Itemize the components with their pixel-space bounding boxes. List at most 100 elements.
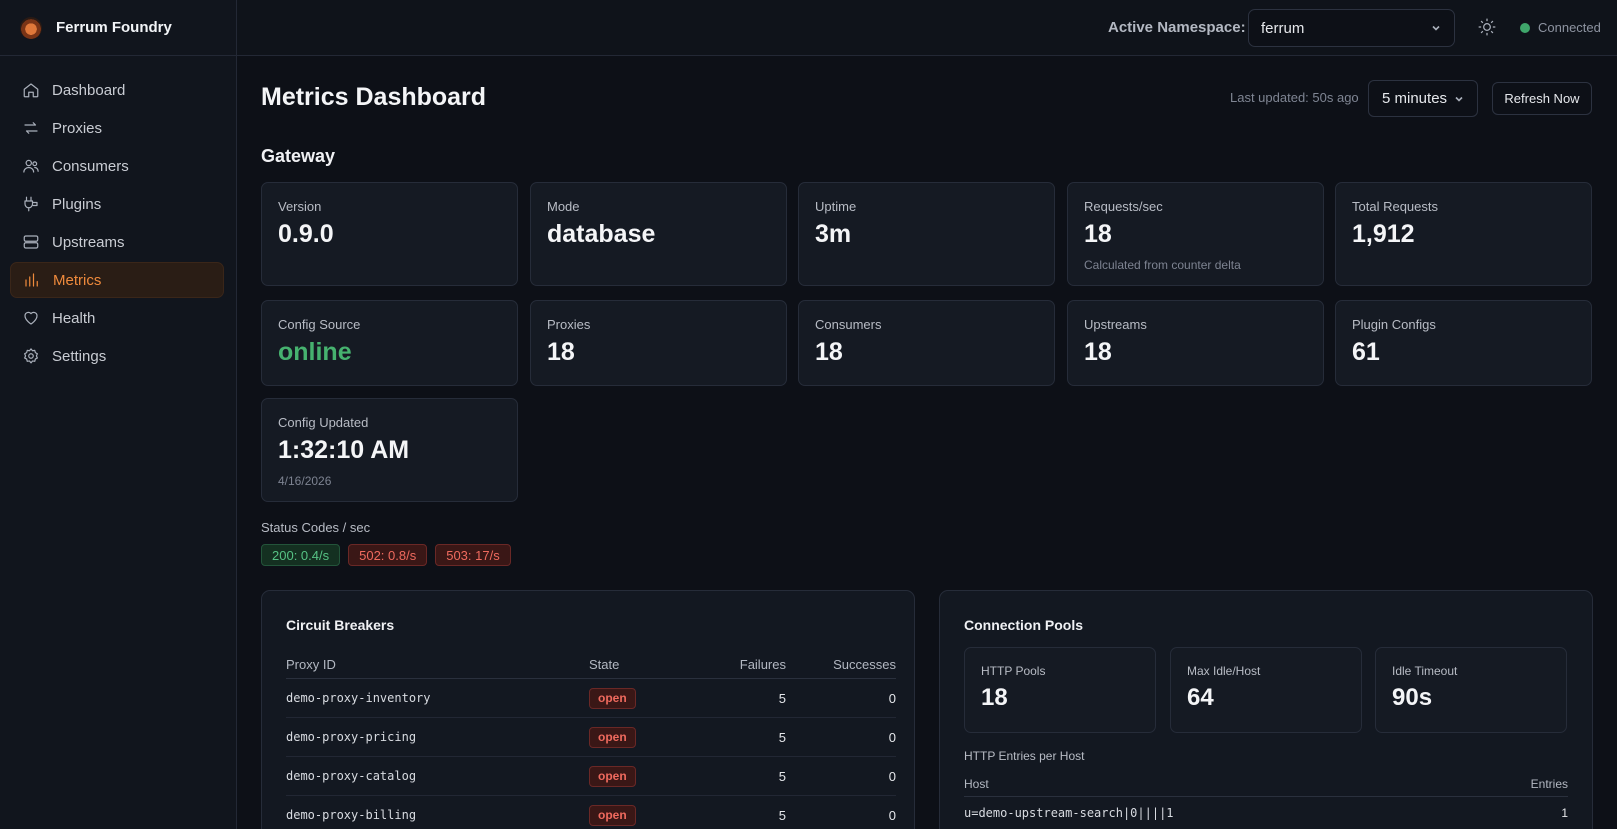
column-header: Failures [739,657,786,672]
status-codes-label: Status Codes / sec [261,520,371,535]
namespace-label: Active Namespace: [1108,19,1246,36]
metric-label: Version [278,199,322,214]
metric-value: 1,912 [1352,220,1415,248]
refresh-now-button[interactable]: Refresh Now [1492,82,1592,115]
metric-value: 0.9.0 [278,220,334,248]
table-row: demo-proxy-pricing open 5 0 [286,718,896,757]
entries-cell: 1 [1561,806,1568,820]
sidebar: Ferrum Foundry Dashboard Proxies Consume… [0,0,237,829]
metric-label: Mode [547,199,580,214]
sidebar-item-dashboard[interactable]: Dashboard [10,72,224,108]
panel-title: Connection Pools [964,617,1083,633]
sidebar-item-label: Plugins [52,195,102,213]
column-header: Host [964,777,989,791]
metric-label: Consumers [815,317,882,332]
table-header: Host Entries [964,777,1568,797]
metric-card-requests-per-sec: Requests/sec 18 Calculated from counter … [1067,182,1324,286]
main-content: Metrics Dashboard Last updated: 50s ago … [237,56,1617,829]
users-icon [23,159,39,173]
failures-cell: 5 [778,808,786,823]
pool-card-max-idle-host: Max Idle/Host 64 [1170,647,1362,733]
sidebar-item-settings[interactable]: Settings [10,338,224,374]
table-header: Proxy ID State Failures Successes [286,653,896,679]
proxy-id-cell: demo-proxy-inventory [286,691,431,705]
metric-value: 18 [1084,338,1112,366]
metric-value: 61 [1352,338,1380,366]
state-badge: open [589,727,636,748]
server-icon [23,235,39,249]
status-codes: 200: 0.4/s 502: 0.8/s 503: 17/s [261,544,511,566]
host-cell: u=demo-upstream-search|0||||1 [964,806,1174,820]
metric-label: Config Source [278,317,361,332]
table-row: demo-proxy-billing open 5 0 [286,796,896,829]
state-badge: open [589,766,636,787]
metric-label: Plugin Configs [1352,317,1436,332]
app-name: Ferrum Foundry [56,19,172,36]
successes-cell: 0 [888,808,896,823]
section-title-gateway: Gateway [261,146,336,166]
chevron-down-icon [1432,25,1440,31]
failures-cell: 5 [778,769,786,784]
status-code-badge: 200: 0.4/s [261,544,341,566]
plug-icon [24,196,38,212]
arrows-swap-icon [24,122,38,134]
proxy-id-cell: demo-proxy-catalog [286,769,417,783]
app-logo [20,16,42,39]
metric-card-plugin-configs: Plugin Configs 61 [1335,300,1592,386]
connection-pools-panel: Connection Pools HTTP Pools 18 Max Idle/… [939,590,1593,829]
metric-card-version: Version 0.9.0 [261,182,518,286]
metric-value: database [547,220,656,248]
successes-cell: 0 [888,769,896,784]
sidebar-item-health[interactable]: Health [10,300,224,336]
table-row: demo-proxy-catalog open 5 0 [286,757,896,796]
sidebar-item-label: Dashboard [52,81,126,99]
metric-label: HTTP Pools [981,664,1046,678]
metric-value: 90s [1392,684,1433,711]
metric-label: Config Updated [278,415,369,430]
metric-label: Uptime [815,199,857,214]
sidebar-nav: Dashboard Proxies Consumers Plugins Upst… [0,56,236,374]
heart-icon [24,311,38,325]
sun-icon [1478,18,1496,36]
sidebar-item-label: Health [52,309,96,327]
metric-value: 18 [981,684,1008,711]
column-header: State [589,657,620,672]
state-badge: open [589,688,636,709]
metric-card-config-source: Config Source online [261,300,518,386]
table-row: u=demo-upstream-search|0||||1 1 [964,806,1568,826]
metric-value: 3m [815,220,852,248]
metric-value: online [278,338,352,366]
namespace-select[interactable]: ferrum [1248,9,1455,47]
entries-per-host-label: HTTP Entries per Host [964,749,1085,763]
brand[interactable]: Ferrum Foundry [0,0,236,56]
metric-value: 18 [815,338,843,366]
circuit-breakers-panel: Circuit Breakers Proxy ID State Failures… [261,590,915,829]
sidebar-item-upstreams[interactable]: Upstreams [10,224,224,260]
metric-label: Idle Timeout [1392,664,1458,678]
sidebar-item-plugins[interactable]: Plugins [10,186,224,222]
time-range-select[interactable]: 5 minutes [1368,80,1478,117]
successes-cell: 0 [888,691,896,706]
metric-card-consumers: Consumers 18 [798,300,1055,386]
successes-cell: 0 [888,730,896,745]
metric-card-uptime: Uptime 3m [798,182,1055,286]
sidebar-item-proxies[interactable]: Proxies [10,110,224,146]
table-row: demo-proxy-inventory open 5 0 [286,679,896,718]
proxy-id-cell: demo-proxy-pricing [286,730,417,744]
theme-toggle-button[interactable] [1477,17,1499,39]
sidebar-item-consumers[interactable]: Consumers [10,148,224,184]
sidebar-item-metrics[interactable]: Metrics [10,262,224,298]
sidebar-item-label: Consumers [52,157,129,175]
metric-card-proxies: Proxies 18 [530,300,787,386]
time-range-value: 5 minutes [1382,90,1448,107]
pool-card-http-pools: HTTP Pools 18 [964,647,1156,733]
sidebar-item-label: Upstreams [52,233,125,251]
chevron-down-icon [1455,96,1463,102]
namespace-value: ferrum [1261,19,1305,37]
metric-subtext: 4/16/2026 [278,474,332,488]
proxy-id-cell: demo-proxy-billing [286,808,417,822]
metric-card-mode: Mode database [530,182,787,286]
status-code-badge: 503: 17/s [435,544,511,566]
sidebar-item-label: Proxies [52,119,103,137]
connection-status: Connected [1520,20,1601,35]
